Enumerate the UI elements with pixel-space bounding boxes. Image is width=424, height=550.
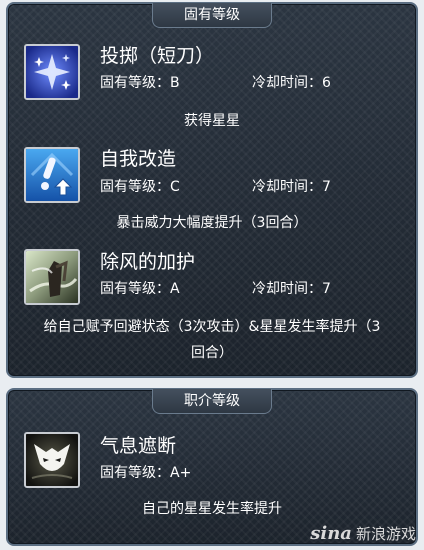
skill-cooldown-2: 冷却时间：7 — [252, 179, 331, 195]
wind-protection-icon[interactable] — [24, 249, 80, 305]
watermark-text: 新浪游戏 — [355, 525, 416, 543]
innate-skills-panel: 固有等级 投掷（短刀） 固有等级：B 冷却时间：6 获得星星 自我改造 固有等级… — [6, 2, 418, 378]
sina-watermark: sina 新浪游戏 — [310, 523, 416, 544]
panel-header-class: 职介等级 — [152, 389, 272, 414]
sina-logo: sina — [310, 523, 352, 544]
skill-name-1: 投掷（短刀） — [100, 45, 215, 67]
skill-name-3: 除风的加护 — [100, 251, 196, 273]
skill-effect-3-line2: 回合） — [191, 345, 233, 361]
skill-rank-1: 固有等级：B — [100, 75, 180, 91]
skill-rank-2: 固有等级：C — [100, 179, 180, 195]
skill-cooldown-3: 冷却时间：7 — [252, 281, 331, 297]
class-skill-effect-1: 自己的星星发生率提升 — [142, 501, 282, 517]
skill-effect-1: 获得星星 — [184, 113, 240, 129]
panel-header-innate: 固有等级 — [152, 3, 272, 28]
skill-cooldown-1: 冷却时间：6 — [252, 75, 331, 91]
class-skill-name-1: 气息遮断 — [100, 435, 177, 457]
skill-effect-2: 暴击威力大幅度提升（3回合） — [116, 215, 308, 231]
skill-rank-3: 固有等级：A — [100, 281, 180, 297]
sparkle-dagger-icon[interactable] — [24, 44, 80, 100]
class-skill-rank-1: 固有等级：A+ — [100, 465, 192, 481]
skill-effect-3-line1: 给自己赋予回避状态（3次攻击）&星星发生率提升（3 — [43, 319, 381, 335]
presence-concealment-icon[interactable] — [24, 432, 80, 488]
skill-name-2: 自我改造 — [100, 148, 177, 170]
self-modification-icon[interactable] — [24, 147, 80, 203]
